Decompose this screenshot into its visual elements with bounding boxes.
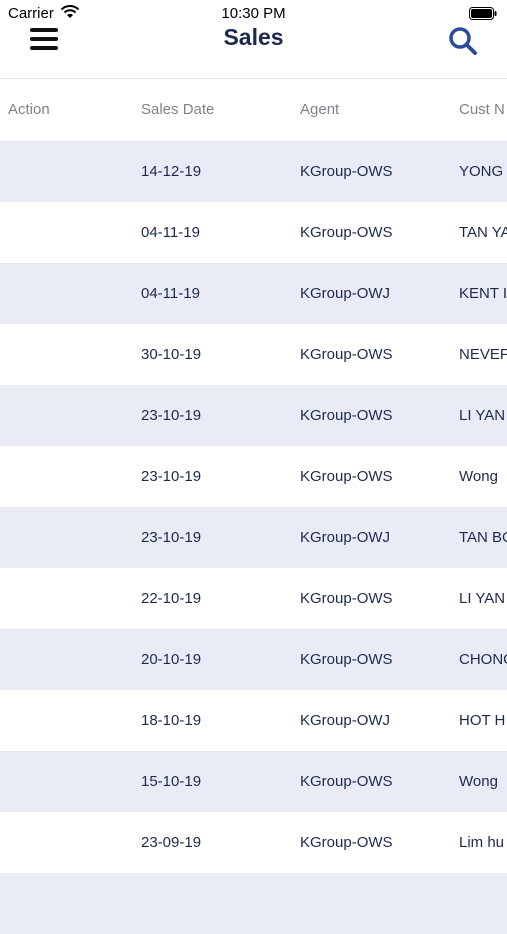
cell-sales-date: 23-10-19: [141, 468, 202, 485]
cell-agent: KGroup-OWJ: [300, 529, 391, 546]
cell-cust-name: Wong: [459, 468, 498, 485]
search-button[interactable]: [448, 26, 480, 58]
cell-sales-date: 04-11-19: [141, 224, 200, 241]
cell-sales-date: 23-10-19: [141, 407, 202, 424]
cell-sales-date: 18-10-19: [141, 712, 202, 729]
cell-cust-name: Lim hu: [459, 834, 505, 851]
cell-agent: KGroup-OWJ: [300, 285, 391, 302]
cell-sales-date: 14-12-19: [141, 163, 202, 180]
column-header-agent: Agent: [300, 101, 340, 118]
cell-cust-name: Wong: [459, 773, 498, 790]
cell-agent: KGroup-OWS: [300, 651, 393, 668]
search-icon: [449, 27, 477, 55]
column-header-action: Action: [8, 101, 50, 118]
table-row[interactable]: 23-09-19 KGroup-OWS Lim hu: [0, 812, 507, 873]
table-row[interactable]: 23-10-19 KGroup-OWS Wong: [0, 446, 507, 507]
table-row[interactable]: 30-10-19 KGroup-OWS NEVEF: [0, 324, 507, 385]
table-row[interactable]: 20-10-19 KGroup-OWS CHONG: [0, 629, 507, 690]
page-title: Sales: [223, 24, 284, 50]
cell-agent: KGroup-OWS: [300, 834, 393, 851]
cell-agent: KGroup-OWS: [300, 773, 393, 790]
table-row[interactable]: 22-10-19 KGroup-OWS LI YAN: [0, 568, 507, 629]
table-row[interactable]: 14-12-19 KGroup-OWS YONG: [0, 141, 507, 202]
cell-agent: KGroup-OWS: [300, 224, 393, 241]
status-time: 10:30 PM: [221, 5, 286, 22]
cell-cust-name: TAN BO: [459, 529, 507, 546]
column-header-cust-name: Cust N: [459, 101, 505, 118]
cell-cust-name: TAN YA: [459, 224, 507, 241]
cell-sales-date: 23-10-19: [141, 529, 202, 546]
table-row[interactable]: 15-10-19 KGroup-OWS Wong: [0, 751, 507, 812]
cell-agent: KGroup-OWJ: [300, 712, 391, 729]
battery-icon: [469, 7, 497, 25]
cell-sales-date: 15-10-19: [141, 773, 202, 790]
cell-cust-name: HOT H: [459, 712, 506, 729]
table-row[interactable]: 18-10-19 KGroup-OWJ HOT H: [0, 690, 507, 751]
table-row[interactable]: 04-11-19 KGroup-OWJ KENT I: [0, 263, 507, 324]
sales-table: 14-12-19 KGroup-OWS YONG 04-11-19 KGroup…: [0, 141, 507, 934]
status-bar: Carrier 10:30 PM: [0, 0, 507, 26]
table-header: Action Sales Date Agent Cust N: [0, 79, 507, 141]
cell-agent: KGroup-OWS: [300, 468, 393, 485]
table-row[interactable]: 23-10-19 KGroup-OWS LI YAN: [0, 385, 507, 446]
cell-cust-name: LI YAN: [459, 407, 506, 424]
cell-agent: KGroup-OWS: [300, 346, 393, 363]
column-header-sales-date: Sales Date: [141, 101, 215, 118]
cell-cust-name: KENT I: [459, 285, 507, 302]
cell-agent: KGroup-OWS: [300, 590, 393, 607]
cell-sales-date: 04-11-19: [141, 285, 200, 302]
cell-cust-name: NEVEF: [459, 346, 507, 363]
cell-agent: KGroup-OWS: [300, 407, 393, 424]
nav-bar: Sales: [0, 24, 507, 79]
cell-agent: KGroup-OWS: [300, 163, 393, 180]
table-row[interactable]: 23-10-19 KGroup-OWJ TAN BO: [0, 507, 507, 568]
cell-sales-date: 22-10-19: [141, 590, 202, 607]
cell-sales-date: 30-10-19: [141, 346, 202, 363]
cell-cust-name: LI YAN: [459, 590, 506, 607]
cell-cust-name: YONG: [459, 163, 504, 180]
cell-cust-name: CHONG: [459, 651, 507, 668]
cell-sales-date: 23-09-19: [141, 834, 202, 851]
cell-sales-date: 20-10-19: [141, 651, 202, 668]
table-row[interactable]: 04-11-19 KGroup-OWS TAN YA: [0, 202, 507, 263]
table-row[interactable]: [0, 873, 507, 934]
